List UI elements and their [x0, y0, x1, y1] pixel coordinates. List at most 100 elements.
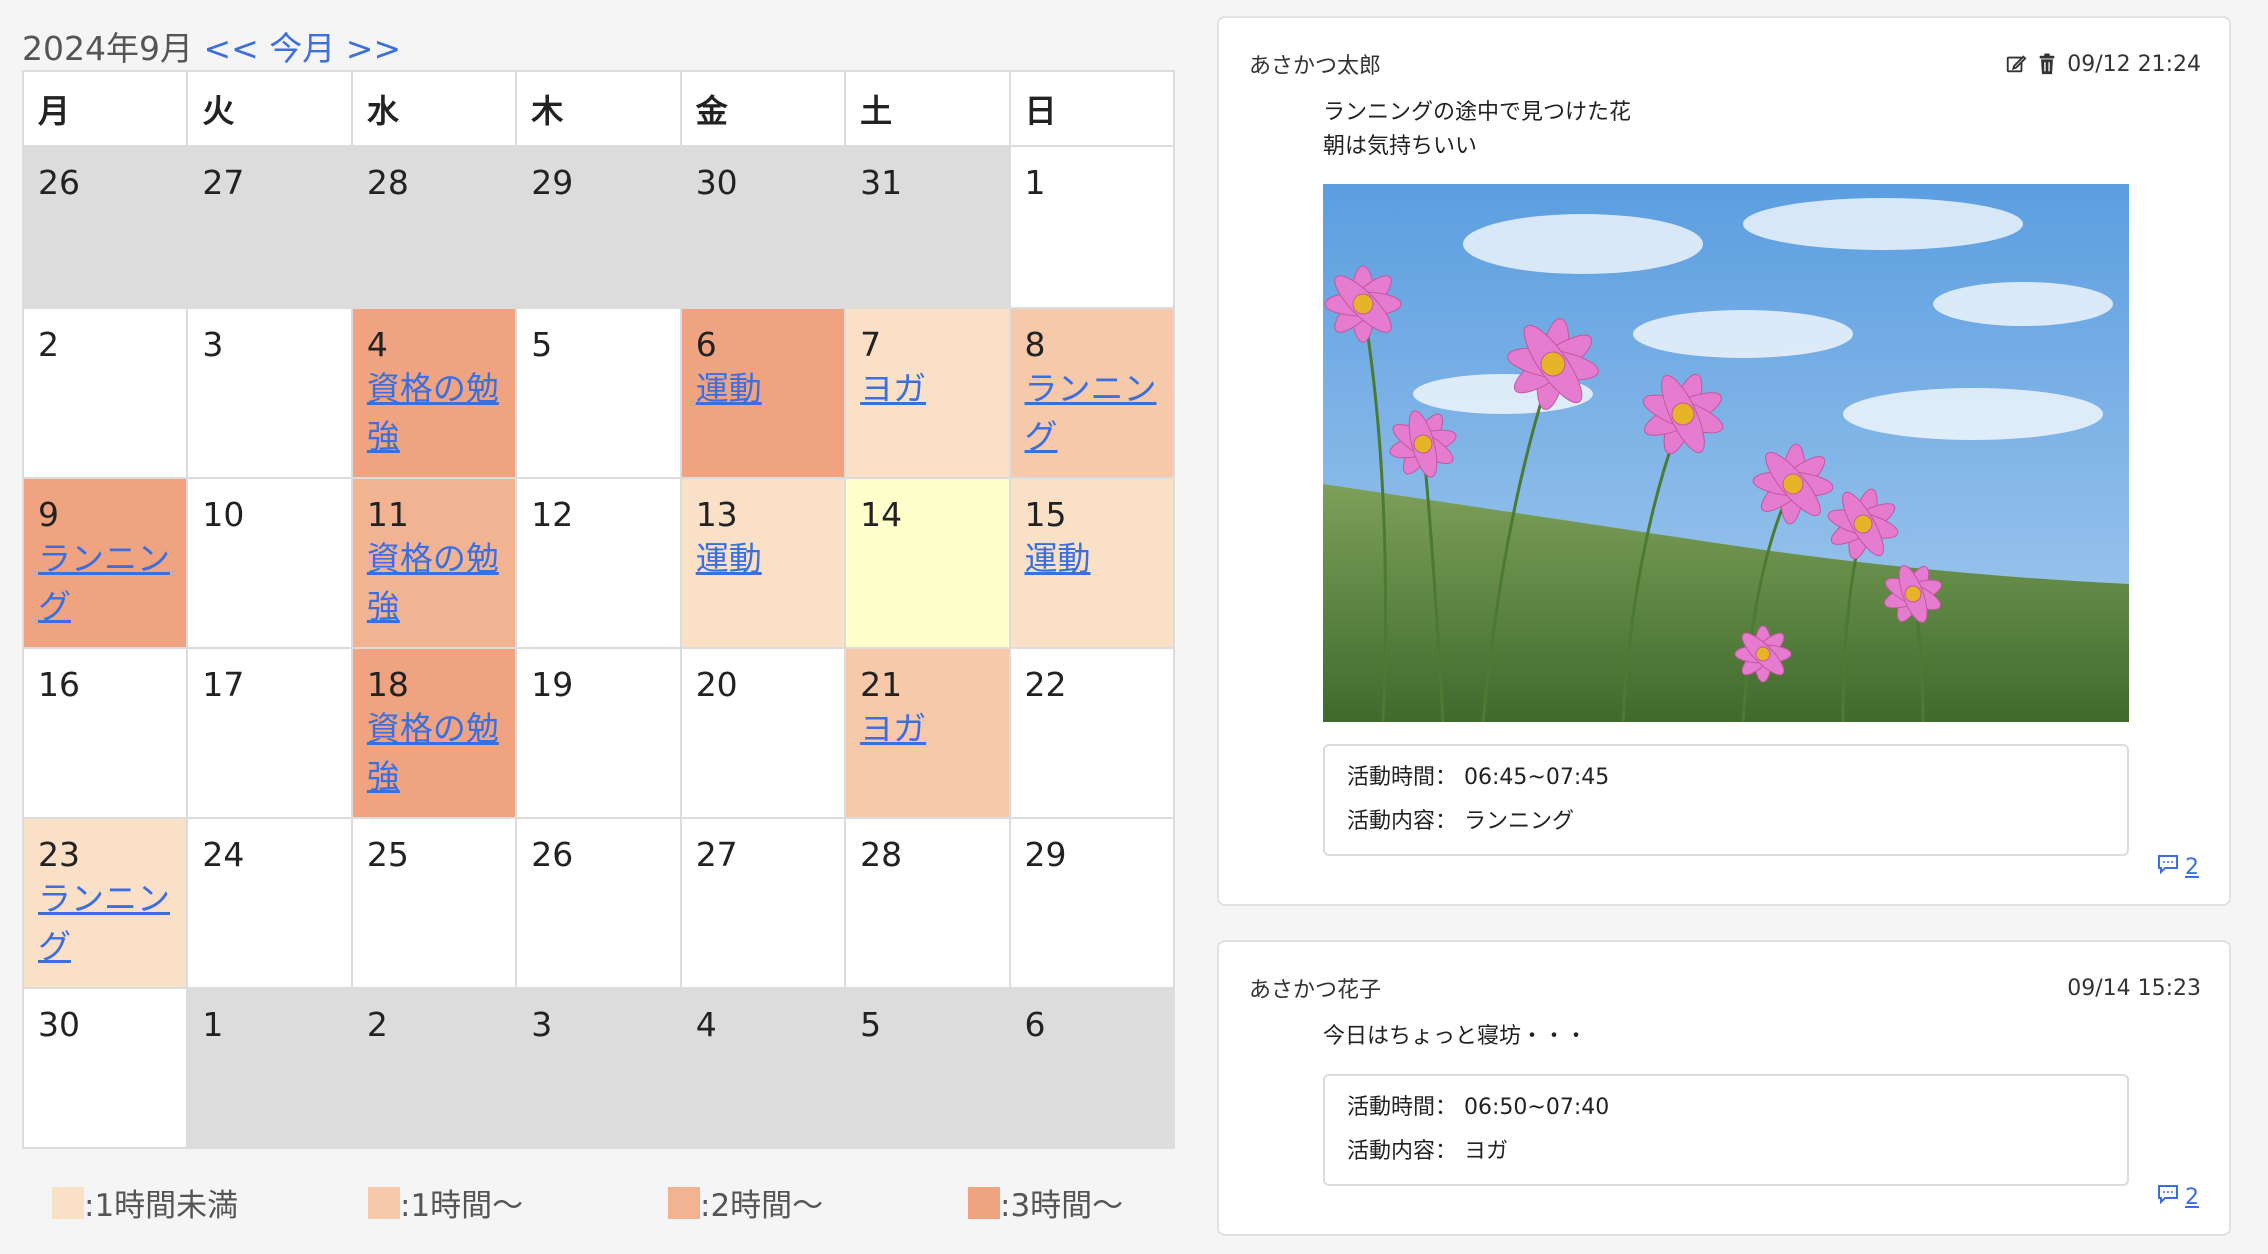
calendar-week: 23 ランニング 24 25 26 27 28 29 — [21, 817, 1176, 989]
post-header: あさかつ花子 09/14 15:23 — [1249, 972, 2201, 1004]
activity-time-value: 06:50~07:40 — [1464, 1095, 1610, 1120]
activity-link[interactable]: 運動 — [696, 365, 836, 413]
day-number: 1 — [1024, 163, 1046, 202]
activity-link[interactable]: 運動 — [696, 535, 836, 583]
calendar-grid: 月 火 水 木 金 土 日 26 27 28 29 30 31 1 2 3 4資… — [21, 70, 1176, 1149]
calendar-day: 23 ランニング — [21, 817, 189, 989]
calendar-day: 5 — [844, 987, 1011, 1149]
weekday-fri: 金 — [679, 70, 847, 147]
day-number: 11 — [366, 495, 409, 534]
calendar-day: 30 — [679, 145, 847, 309]
calendar-day: 28 — [350, 145, 518, 309]
activity-time-row: 活動時間： 06:45~07:45 — [1347, 756, 2105, 800]
day-number: 26 — [531, 835, 574, 874]
calendar-day: 26 — [515, 817, 682, 989]
calendar-day: 15 運動 — [1008, 477, 1176, 649]
post-meta: 09/14 15:23 — [2067, 976, 2201, 1001]
day-number: 31 — [860, 163, 903, 202]
activity-content-label: 活動内容： — [1347, 809, 1458, 834]
post-photo — [1323, 184, 2129, 722]
day-number: 12 — [531, 495, 574, 534]
weekday-header-row: 月 火 水 木 金 土 日 — [21, 70, 1176, 147]
day-number: 30 — [38, 1005, 80, 1044]
calendar-day: 1 — [186, 987, 353, 1149]
calendar-day: 18 資格の勉強 — [350, 647, 518, 819]
activity-link[interactable]: ランニング — [1025, 365, 1165, 461]
day-number: 6 — [695, 325, 717, 364]
post-meta: 09/12 21:24 — [2005, 52, 2201, 77]
day-number: 5 — [860, 1005, 882, 1044]
day-number: 28 — [366, 163, 409, 202]
calendar-day: 22 — [1008, 647, 1176, 819]
current-month-link[interactable]: 今月 — [269, 29, 335, 68]
day-number: 27 — [695, 835, 738, 874]
weekday-tue: 火 — [186, 70, 353, 147]
calendar-day: 6 — [1008, 987, 1176, 1149]
calendar-day: 7 ヨガ — [844, 307, 1011, 479]
day-number: 28 — [860, 835, 903, 874]
post-author: あさかつ太郎 — [1249, 54, 1382, 79]
calendar-day: 30 — [21, 987, 189, 1149]
calendar-day: 24 — [186, 817, 353, 989]
calendar-day: 4 資格の勉強 — [350, 307, 518, 479]
day-number: 23 — [38, 835, 80, 874]
trash-icon[interactable] — [2037, 53, 2057, 75]
calendar-day: 25 — [350, 817, 518, 989]
day-number: 20 — [695, 665, 738, 704]
post-text-line: 朝は気持ちいい — [1323, 134, 1478, 159]
calendar-day: 5 — [515, 307, 682, 479]
legend-swatch — [968, 1186, 1000, 1219]
activity-link[interactable]: ヨガ — [860, 705, 1000, 753]
calendar-day: 19 — [515, 647, 682, 819]
day-number: 29 — [1024, 835, 1067, 874]
calendar-day: 29 — [1008, 817, 1176, 989]
legend-label: :1時間〜 — [400, 1188, 524, 1224]
post-text-line: 今日はちょっと寝坊・・・ — [1323, 1024, 1588, 1049]
activity-link[interactable]: 資格の勉強 — [367, 705, 507, 801]
activity-link[interactable]: 資格の勉強 — [367, 535, 507, 631]
day-number: 3 — [531, 1005, 553, 1044]
activity-info: 活動時間： 06:45~07:45 活動内容： ランニング — [1323, 744, 2129, 856]
activity-link[interactable]: ランニング — [38, 875, 178, 971]
activity-link[interactable]: ヨガ — [860, 365, 1000, 413]
day-number: 7 — [860, 325, 882, 364]
comment-count: 2 — [2185, 854, 2199, 880]
calendar-week: 9 ランニング 10 11 資格の勉強 12 13 運動 14 15 運動 — [21, 477, 1176, 649]
day-number: 26 — [38, 163, 80, 202]
legend-item: :1時間未満 — [52, 1180, 238, 1225]
weekday-mon: 月 — [21, 70, 189, 147]
day-number: 4 — [695, 1005, 717, 1044]
legend-label: :3時間〜 — [1000, 1188, 1124, 1224]
day-number: 29 — [531, 163, 574, 202]
comment-link[interactable]: 2 — [2157, 1184, 2199, 1210]
post-author: あさかつ花子 — [1249, 978, 1382, 1003]
activity-link[interactable]: 運動 — [1025, 535, 1165, 583]
prev-month-link[interactable]: << — [203, 29, 258, 68]
edit-icon[interactable] — [2005, 53, 2027, 75]
post-header: あさかつ太郎 09/12 21:24 — [1249, 48, 2201, 80]
activity-content-value: ヨガ — [1464, 1139, 1509, 1164]
calendar-day: 2 — [350, 987, 518, 1149]
legend-item: :1時間〜 — [368, 1180, 523, 1225]
day-number: 22 — [1024, 665, 1067, 704]
calendar-day: 4 — [679, 987, 847, 1149]
post-body: 今日はちょっと寝坊・・・ — [1323, 1020, 1587, 1054]
calendar-day: 27 — [679, 817, 847, 989]
calendar-day-today: 14 — [844, 477, 1011, 649]
comment-link[interactable]: 2 — [2157, 854, 2199, 880]
activity-content-row: 活動内容： ヨガ — [1347, 1130, 2105, 1174]
day-number: 14 — [860, 495, 903, 534]
calendar-day: 9 ランニング — [21, 477, 189, 649]
activity-link[interactable]: 資格の勉強 — [367, 365, 507, 461]
activity-time-label: 活動時間： — [1347, 1095, 1458, 1120]
day-number: 2 — [366, 1005, 388, 1044]
next-month-link[interactable]: >> — [346, 29, 401, 68]
day-number: 10 — [202, 495, 245, 534]
day-number: 15 — [1024, 495, 1067, 534]
activity-link[interactable]: ランニング — [38, 535, 178, 631]
day-number: 19 — [531, 665, 574, 704]
calendar-header: 2024年9月 << 今月 >> — [22, 22, 401, 70]
post-timestamp: 09/12 21:24 — [2067, 51, 2201, 77]
legend-label: :2時間〜 — [700, 1188, 824, 1224]
day-number: 30 — [695, 163, 738, 202]
